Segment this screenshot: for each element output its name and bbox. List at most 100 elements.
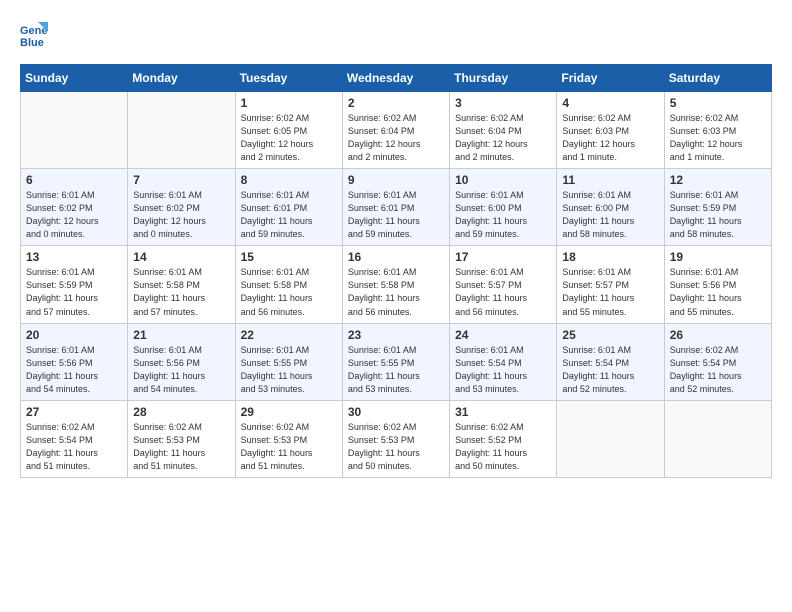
day-info: Sunrise: 6:01 AMSunset: 5:54 PMDaylight:… [562,344,658,396]
day-info: Sunrise: 6:02 AMSunset: 5:54 PMDaylight:… [670,344,766,396]
calendar-cell: 24Sunrise: 6:01 AMSunset: 5:54 PMDayligh… [450,323,557,400]
day-number: 9 [348,173,444,187]
calendar-cell: 26 Sunrise: 6:02 AMSunset: 5:54 PMDayligh… [664,323,771,400]
day-number: 24 [455,328,551,342]
calendar-week-row: 20 Sunrise: 6:01 AMSunset: 5:56 PMDayligh… [21,323,772,400]
logo: General Blue [20,20,52,48]
day-number: 31 [455,405,551,419]
calendar-cell: 19Sunrise: 6:01 AMSunset: 5:56 PMDayligh… [664,246,771,323]
day-number: 13 [26,250,122,264]
calendar-week-row: 13 Sunrise: 6:01 AMSunset: 5:59 PMDayligh… [21,246,772,323]
day-number: 11 [562,173,658,187]
day-info: Sunrise: 6:01 AMSunset: 5:58 PMDaylight:… [133,266,229,318]
calendar-cell: 15 Sunrise: 6:01 AMSunset: 5:58 PMDayligh… [235,246,342,323]
calendar-cell: 3 Sunrise: 6:02 AMSunset: 6:04 PMDaylight… [450,92,557,169]
calendar-cell [21,92,128,169]
day-info: Sunrise: 6:01 AMSunset: 6:00 PMDaylight:… [562,189,658,241]
calendar-cell: 22Sunrise: 6:01 AMSunset: 5:55 PMDayligh… [235,323,342,400]
calendar-cell: 12Sunrise: 6:01 AMSunset: 5:59 PMDayligh… [664,169,771,246]
calendar-cell: 1 Sunrise: 6:02 AMSunset: 6:05 PMDaylight… [235,92,342,169]
day-number: 23 [348,328,444,342]
day-number: 17 [455,250,551,264]
calendar-cell: 5 Sunrise: 6:02 AMSunset: 6:03 PMDaylight… [664,92,771,169]
calendar-header-wednesday: Wednesday [342,65,449,92]
calendar-cell: 31 Sunrise: 6:02 AMSunset: 5:52 PMDayligh… [450,400,557,477]
calendar-cell: 4 Sunrise: 6:02 AMSunset: 6:03 PMDaylight… [557,92,664,169]
day-number: 30 [348,405,444,419]
calendar-cell: 25 Sunrise: 6:01 AMSunset: 5:54 PMDayligh… [557,323,664,400]
calendar-cell: 18Sunrise: 6:01 AMSunset: 5:57 PMDayligh… [557,246,664,323]
day-info: Sunrise: 6:02 AMSunset: 6:05 PMDaylight:… [241,112,337,164]
calendar-cell: 23 Sunrise: 6:01 AMSunset: 5:55 PMDayligh… [342,323,449,400]
day-number: 20 [26,328,122,342]
day-info: Sunrise: 6:02 AMSunset: 5:54 PMDaylight:… [26,421,122,473]
day-info: Sunrise: 6:02 AMSunset: 5:53 PMDaylight:… [133,421,229,473]
calendar-week-row: 1 Sunrise: 6:02 AMSunset: 6:05 PMDaylight… [21,92,772,169]
svg-text:Blue: Blue [20,37,44,48]
calendar-cell: 2 Sunrise: 6:02 AMSunset: 6:04 PMDaylight… [342,92,449,169]
page: General Blue SundayMondayTuesdayWednesda… [0,0,792,488]
calendar-cell: 8 Sunrise: 6:01 AMSunset: 6:01 PMDaylight… [235,169,342,246]
calendar-cell: 13 Sunrise: 6:01 AMSunset: 5:59 PMDayligh… [21,246,128,323]
calendar-cell: 10 Sunrise: 6:01 AMSunset: 6:00 PMDayligh… [450,169,557,246]
calendar-cell: 30 Sunrise: 6:02 AMSunset: 5:53 PMDayligh… [342,400,449,477]
day-info: Sunrise: 6:01 AMSunset: 6:00 PMDaylight:… [455,189,551,241]
day-info: Sunrise: 6:01 AMSunset: 6:01 PMDaylight:… [241,189,337,241]
calendar-cell: 14 Sunrise: 6:01 AMSunset: 5:58 PMDayligh… [128,246,235,323]
day-number: 1 [241,96,337,110]
calendar-cell: 28 Sunrise: 6:02 AMSunset: 5:53 PMDayligh… [128,400,235,477]
day-number: 7 [133,173,229,187]
calendar-cell: 6Sunrise: 6:01 AMSunset: 6:02 PMDaylight… [21,169,128,246]
calendar-header-saturday: Saturday [664,65,771,92]
calendar-cell: 29Sunrise: 6:02 AMSunset: 5:53 PMDayligh… [235,400,342,477]
day-number: 4 [562,96,658,110]
day-info: Sunrise: 6:01 AMSunset: 5:56 PMDaylight:… [26,344,122,396]
day-info: Sunrise: 6:02 AMSunset: 5:52 PMDaylight:… [455,421,551,473]
day-number: 12 [670,173,766,187]
day-info: Sunrise: 6:02 AMSunset: 6:03 PMDaylight:… [670,112,766,164]
calendar-cell [664,400,771,477]
day-number: 26 [670,328,766,342]
day-number: 27 [26,405,122,419]
calendar-week-row: 27 Sunrise: 6:02 AMSunset: 5:54 PMDayligh… [21,400,772,477]
day-info: Sunrise: 6:02 AMSunset: 5:53 PMDaylight:… [241,421,337,473]
logo-icon: General Blue [20,20,48,48]
day-number: 21 [133,328,229,342]
day-info: Sunrise: 6:01 AMSunset: 5:59 PMDaylight:… [26,266,122,318]
day-number: 3 [455,96,551,110]
day-number: 14 [133,250,229,264]
day-number: 10 [455,173,551,187]
calendar-cell: 7Sunrise: 6:01 AMSunset: 6:02 PMDaylight… [128,169,235,246]
day-info: Sunrise: 6:02 AMSunset: 5:53 PMDaylight:… [348,421,444,473]
day-number: 25 [562,328,658,342]
calendar-table: SundayMondayTuesdayWednesdayThursdayFrid… [20,64,772,478]
day-info: Sunrise: 6:01 AMSunset: 5:57 PMDaylight:… [455,266,551,318]
day-number: 15 [241,250,337,264]
day-info: Sunrise: 6:01 AMSunset: 5:58 PMDaylight:… [241,266,337,318]
day-number: 2 [348,96,444,110]
calendar-cell: 9 Sunrise: 6:01 AMSunset: 6:01 PMDaylight… [342,169,449,246]
day-info: Sunrise: 6:02 AMSunset: 6:04 PMDaylight:… [455,112,551,164]
calendar-cell: 11 Sunrise: 6:01 AMSunset: 6:00 PMDayligh… [557,169,664,246]
calendar-cell: 20 Sunrise: 6:01 AMSunset: 5:56 PMDayligh… [21,323,128,400]
day-info: Sunrise: 6:01 AMSunset: 5:55 PMDaylight:… [348,344,444,396]
calendar-cell: 17 Sunrise: 6:01 AMSunset: 5:57 PMDayligh… [450,246,557,323]
day-number: 28 [133,405,229,419]
day-info: Sunrise: 6:02 AMSunset: 6:04 PMDaylight:… [348,112,444,164]
day-number: 8 [241,173,337,187]
day-info: Sunrise: 6:01 AMSunset: 6:01 PMDaylight:… [348,189,444,241]
calendar-cell [557,400,664,477]
calendar-week-row: 6Sunrise: 6:01 AMSunset: 6:02 PMDaylight… [21,169,772,246]
calendar-header-tuesday: Tuesday [235,65,342,92]
day-number: 16 [348,250,444,264]
calendar-cell: 27 Sunrise: 6:02 AMSunset: 5:54 PMDayligh… [21,400,128,477]
day-info: Sunrise: 6:01 AMSunset: 5:57 PMDaylight:… [562,266,658,318]
calendar-header-thursday: Thursday [450,65,557,92]
calendar-cell: 21Sunrise: 6:01 AMSunset: 5:56 PMDayligh… [128,323,235,400]
day-info: Sunrise: 6:02 AMSunset: 6:03 PMDaylight:… [562,112,658,164]
day-number: 19 [670,250,766,264]
header: General Blue [20,20,772,48]
calendar-header-monday: Monday [128,65,235,92]
day-number: 5 [670,96,766,110]
day-number: 22 [241,328,337,342]
